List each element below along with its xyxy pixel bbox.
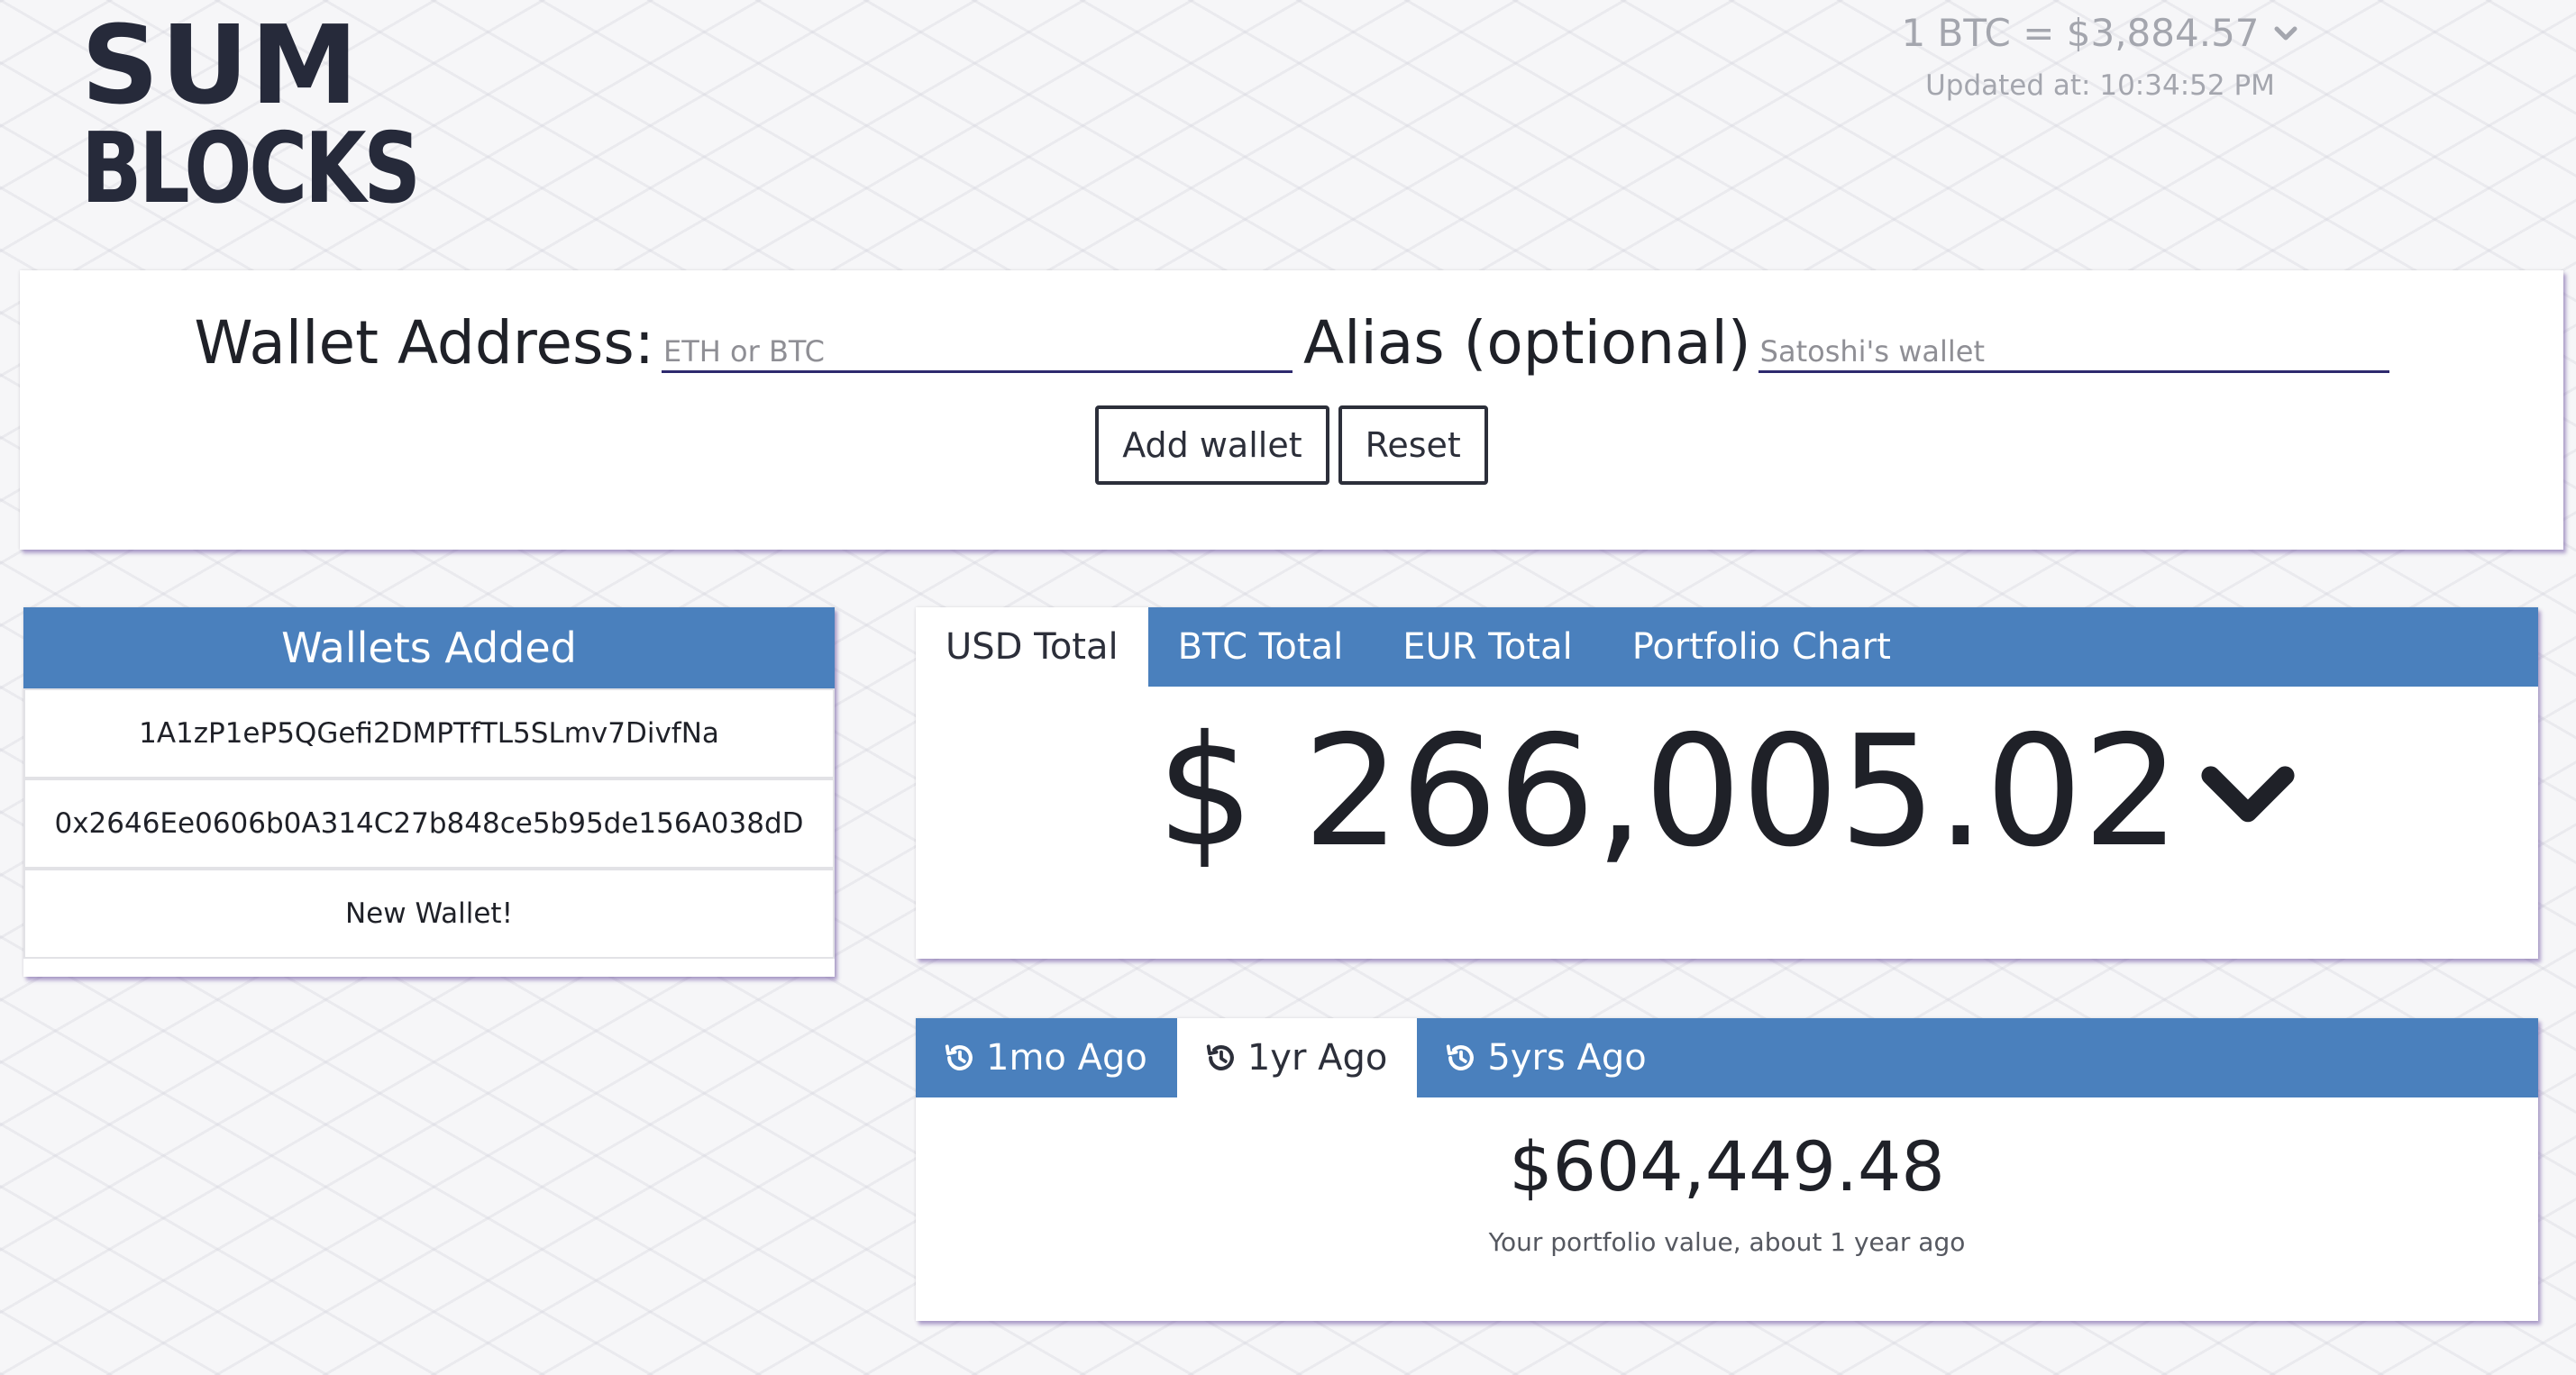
wallets-added-panel: Wallets Added 1A1zP1eP5QGefi2DMPTfTL5SLm…: [23, 607, 835, 977]
history-icon: [945, 1044, 973, 1070]
tab-btc-total[interactable]: BTC Total: [1148, 607, 1374, 687]
tab-portfolio-chart[interactable]: Portfolio Chart: [1603, 607, 1921, 687]
tab-usd-total[interactable]: USD Total: [916, 607, 1148, 687]
history-icon: [1447, 1044, 1475, 1070]
reset-button[interactable]: Reset: [1338, 405, 1488, 485]
tab-5yrs-ago[interactable]: 5yrs Ago: [1417, 1018, 1676, 1097]
add-wallet-form: Wallet Address: Alias (optional) Add wal…: [20, 270, 2563, 550]
tab-1yr-ago[interactable]: 1yr Ago: [1176, 1018, 1418, 1097]
chevron-down-icon[interactable]: [2198, 742, 2297, 842]
btc-rate-text: 1 BTC = $3,884.57: [1901, 11, 2260, 55]
wallets-added-title: Wallets Added: [23, 607, 835, 688]
totals-tab-bar: USD Total BTC Total EUR Total Portfolio …: [916, 607, 2538, 687]
add-wallet-button[interactable]: Add wallet: [1095, 405, 1329, 485]
wallet-address-input[interactable]: [662, 310, 1293, 373]
tab-1mo-ago[interactable]: 1mo Ago: [916, 1018, 1177, 1097]
tab-5yrs-ago-label: 5yrs Ago: [1487, 1037, 1647, 1079]
wallet-address-label: Wallet Address:: [194, 308, 655, 378]
history-portfolio-value: $604,449.48: [1509, 1126, 1945, 1207]
logo-line-blocks: BLOCKS: [81, 113, 421, 225]
wallet-list-item[interactable]: 1A1zP1eP5QGefi2DMPTfTL5SLmv7DivfNa: [23, 688, 835, 779]
history-panel: 1mo Ago 1yr Ago 5yrs Ago $604,449.48 You…: [916, 1018, 2538, 1321]
logo-line-sum: SUM: [81, 4, 361, 129]
tab-eur-total[interactable]: EUR Total: [1373, 607, 1602, 687]
history-tab-bar: 1mo Ago 1yr Ago 5yrs Ago: [916, 1018, 2538, 1097]
form-fields-row: Wallet Address: Alias (optional): [20, 310, 2563, 373]
btc-rate-toggle[interactable]: 1 BTC = $3,884.57: [1901, 11, 2298, 55]
tab-1mo-ago-label: 1mo Ago: [986, 1037, 1147, 1079]
chevron-down-icon[interactable]: [2272, 20, 2299, 47]
alias-input[interactable]: [1758, 310, 2389, 373]
wallet-list-item[interactable]: 0x2646Ee0606b0A314C27b848ce5b95de156A038…: [23, 779, 835, 869]
rate-updated-time: Updated at: 10:34:52 PM: [1925, 69, 2275, 102]
history-caption: Your portfolio value, about 1 year ago: [1488, 1227, 1966, 1257]
wallet-list-item[interactable]: New Wallet!: [23, 869, 835, 959]
sumblocks-logo: SUM BLOCKS: [81, 4, 421, 229]
btc-rate-panel: 1 BTC = $3,884.57 Updated at: 10:34:52 P…: [1839, 11, 2361, 102]
usd-total-value: $ 266,005.02: [1156, 703, 2180, 881]
history-icon: [1206, 1044, 1234, 1070]
form-buttons: Add wallet Reset: [20, 405, 2563, 485]
totals-panel: USD Total BTC Total EUR Total Portfolio …: [916, 607, 2538, 959]
total-value-row: $ 266,005.02: [916, 715, 2538, 869]
tab-1yr-ago-label: 1yr Ago: [1247, 1037, 1388, 1079]
alias-label: Alias (optional): [1303, 308, 1751, 378]
